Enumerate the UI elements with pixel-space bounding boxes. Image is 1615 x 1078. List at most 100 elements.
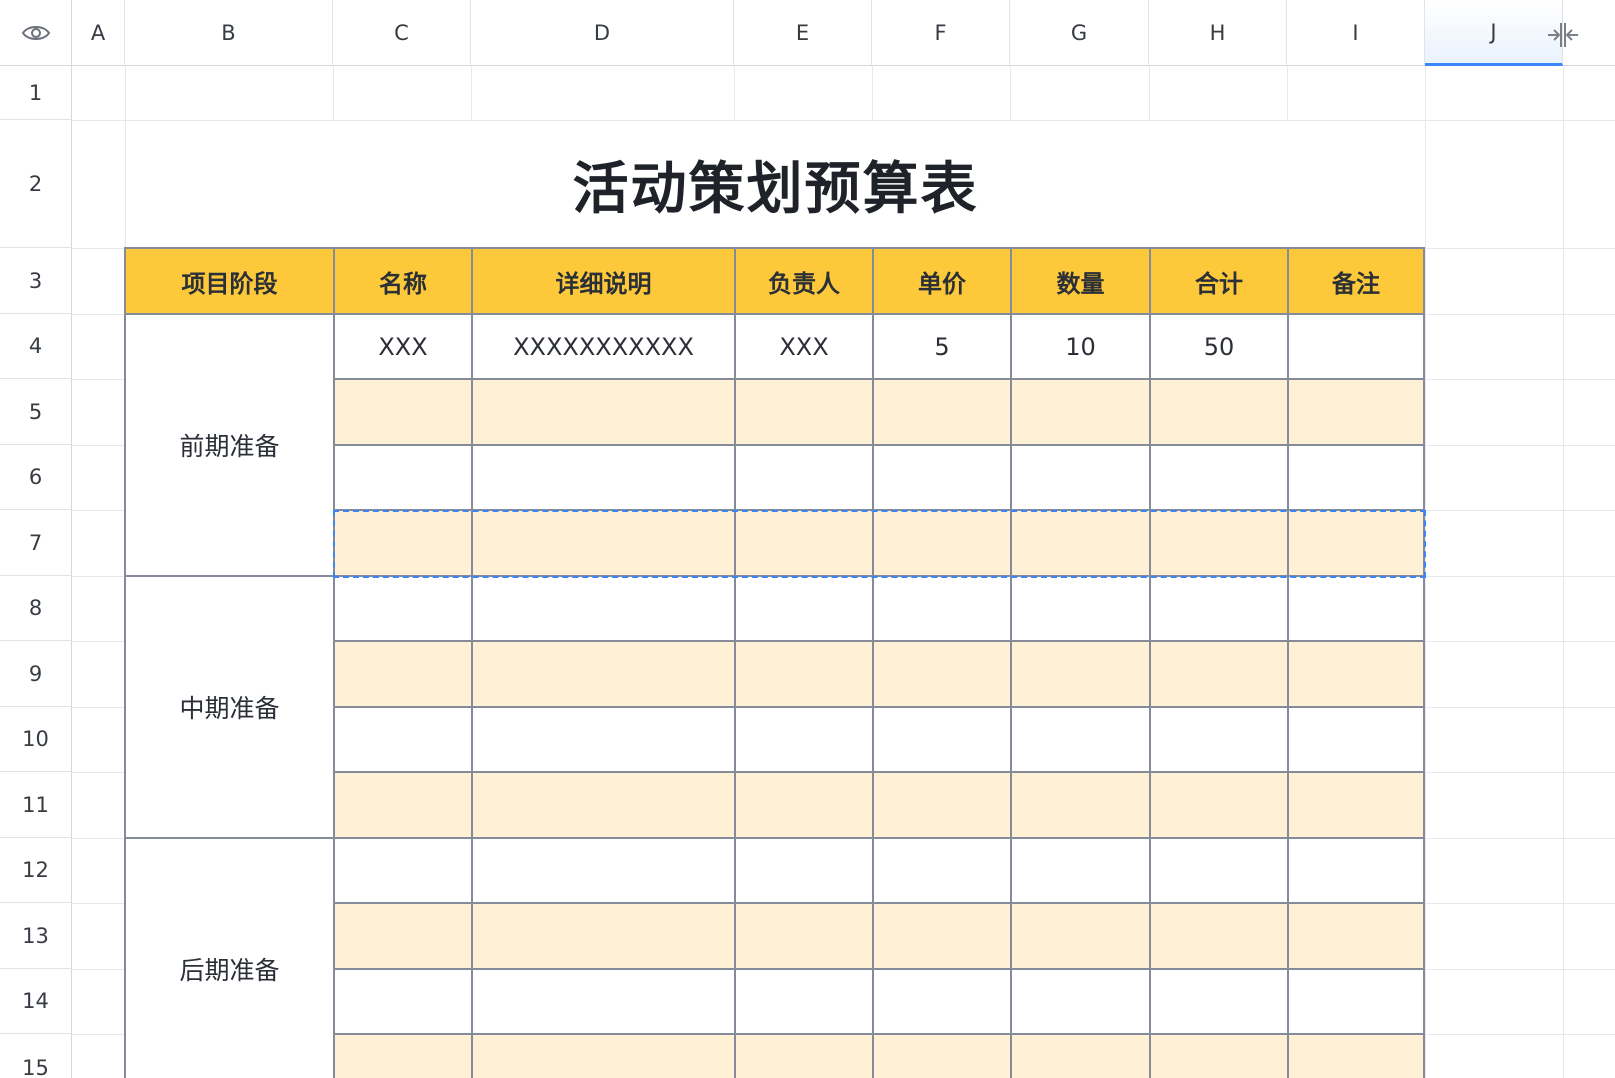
table-cell[interactable] — [736, 1035, 874, 1078]
collapse-columns-button[interactable] — [1545, 20, 1581, 50]
table-cell[interactable] — [473, 642, 736, 708]
table-cell[interactable] — [335, 904, 473, 970]
table-cell[interactable] — [874, 708, 1012, 773]
table-cell[interactable] — [1012, 773, 1151, 839]
header-cell-total[interactable]: 合计 — [1151, 249, 1289, 315]
table-cell[interactable] — [1289, 708, 1425, 773]
row-header-12[interactable]: 12 — [0, 838, 72, 903]
table-cell[interactable] — [1151, 1035, 1289, 1078]
row-header-4[interactable]: 4 — [0, 314, 72, 379]
table-cell[interactable] — [1012, 577, 1151, 642]
table-cell[interactable] — [335, 970, 473, 1035]
table-cell[interactable] — [1289, 380, 1425, 446]
table-cell[interactable] — [473, 380, 736, 446]
toggle-visibility-button[interactable] — [0, 0, 72, 66]
table-cell[interactable] — [473, 577, 736, 642]
table-cell[interactable] — [1012, 446, 1151, 511]
table-cell[interactable] — [1012, 380, 1151, 446]
column-header-h[interactable]: H — [1149, 0, 1287, 66]
row-header-1[interactable]: 1 — [0, 66, 72, 120]
table-cell[interactable] — [335, 1035, 473, 1078]
table-cell[interactable] — [874, 577, 1012, 642]
table-cell[interactable] — [874, 1035, 1012, 1078]
table-cell[interactable] — [1289, 315, 1425, 380]
table-cell[interactable] — [335, 642, 473, 708]
column-header-g[interactable]: G — [1010, 0, 1149, 66]
row-header-8[interactable]: 8 — [0, 576, 72, 641]
table-cell[interactable]: XXXXXXXXXXX — [473, 315, 736, 380]
row-header-15[interactable]: 15 — [0, 1034, 72, 1078]
header-cell-note[interactable]: 备注 — [1289, 249, 1425, 315]
column-header-b[interactable]: B — [125, 0, 333, 66]
table-cell[interactable] — [874, 642, 1012, 708]
table-cell[interactable] — [1151, 577, 1289, 642]
header-cell-price[interactable]: 单价 — [874, 249, 1012, 315]
table-cell[interactable] — [1289, 839, 1425, 904]
table-cell[interactable] — [335, 511, 473, 577]
table-cell[interactable] — [736, 904, 874, 970]
header-cell-name[interactable]: 名称 — [335, 249, 473, 315]
table-cell[interactable] — [1151, 904, 1289, 970]
table-cell[interactable] — [736, 446, 874, 511]
row-header-10[interactable]: 10 — [0, 707, 72, 772]
table-cell[interactable]: 50 — [1151, 315, 1289, 380]
header-cell-qty[interactable]: 数量 — [1012, 249, 1151, 315]
table-cell[interactable] — [473, 904, 736, 970]
row-header-9[interactable]: 9 — [0, 641, 72, 707]
column-header-c[interactable]: C — [333, 0, 471, 66]
table-cell[interactable] — [335, 773, 473, 839]
table-cell[interactable] — [736, 511, 874, 577]
row-header-5[interactable]: 5 — [0, 379, 72, 445]
table-cell[interactable] — [736, 773, 874, 839]
table-cell[interactable] — [473, 1035, 736, 1078]
row-header-2[interactable]: 2 — [0, 120, 72, 248]
table-cell[interactable] — [1151, 642, 1289, 708]
table-cell[interactable] — [335, 839, 473, 904]
table-cell[interactable] — [1151, 708, 1289, 773]
table-cell[interactable] — [874, 773, 1012, 839]
table-cell[interactable] — [1012, 839, 1151, 904]
spreadsheet-grid[interactable]: A B C D E F G H I J 1 2 3 4 5 6 7 8 9 10… — [0, 0, 1615, 1078]
row-header-7[interactable]: 7 — [0, 510, 72, 576]
table-cell[interactable] — [736, 642, 874, 708]
header-cell-detail[interactable]: 详细说明 — [473, 249, 736, 315]
column-header-f[interactable]: F — [872, 0, 1010, 66]
table-cell[interactable] — [1151, 970, 1289, 1035]
table-cell[interactable] — [1151, 511, 1289, 577]
header-cell-owner[interactable]: 负责人 — [736, 249, 874, 315]
table-cell[interactable] — [736, 380, 874, 446]
table-cell[interactable] — [473, 511, 736, 577]
table-cell[interactable] — [335, 708, 473, 773]
table-cell[interactable] — [335, 446, 473, 511]
table-cell[interactable] — [736, 577, 874, 642]
table-cell[interactable] — [736, 708, 874, 773]
header-cell-phase[interactable]: 项目阶段 — [126, 249, 335, 315]
table-cell[interactable] — [1289, 642, 1425, 708]
table-cell[interactable] — [1289, 773, 1425, 839]
column-header-a[interactable]: A — [72, 0, 125, 66]
table-cell[interactable] — [874, 970, 1012, 1035]
row-header-14[interactable]: 14 — [0, 969, 72, 1034]
table-cell[interactable] — [1151, 839, 1289, 904]
table-cell[interactable]: 5 — [874, 315, 1012, 380]
phase-cell-early[interactable]: 前期准备 — [126, 315, 335, 577]
column-header-d[interactable]: D — [471, 0, 734, 66]
row-header-6[interactable]: 6 — [0, 445, 72, 510]
row-header-3[interactable]: 3 — [0, 248, 72, 314]
table-cell[interactable]: XXX — [335, 315, 473, 380]
table-cell[interactable] — [473, 708, 736, 773]
table-cell[interactable] — [473, 773, 736, 839]
column-header-i[interactable]: I — [1287, 0, 1425, 66]
table-cell[interactable] — [1289, 904, 1425, 970]
table-cell[interactable] — [874, 446, 1012, 511]
table-cell[interactable] — [1012, 642, 1151, 708]
table-cell[interactable] — [1012, 970, 1151, 1035]
table-cell[interactable] — [1289, 446, 1425, 511]
row-header-11[interactable]: 11 — [0, 772, 72, 838]
table-cell[interactable] — [736, 839, 874, 904]
table-cell[interactable]: 10 — [1012, 315, 1151, 380]
table-cell[interactable] — [473, 970, 736, 1035]
table-cell[interactable] — [1012, 511, 1151, 577]
column-header-e[interactable]: E — [734, 0, 872, 66]
table-cell[interactable]: XXX — [736, 315, 874, 380]
